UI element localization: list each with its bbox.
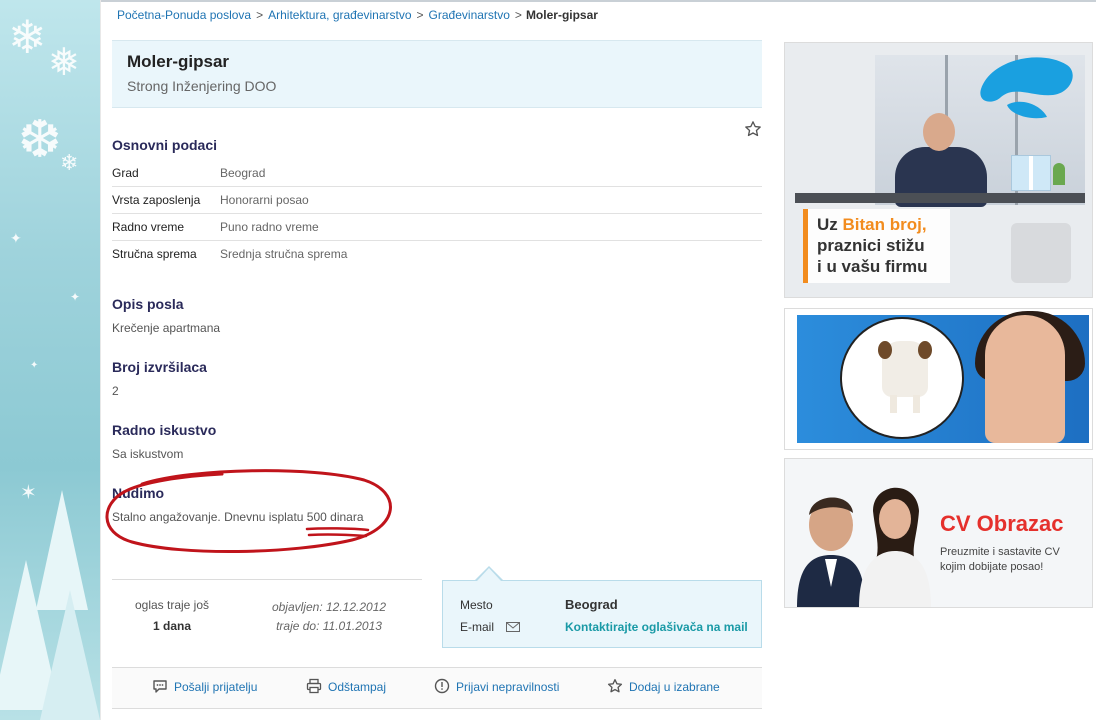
snowflake-icon: ❅: [48, 42, 80, 84]
place-label: Mesto: [460, 598, 493, 612]
ad-line-1-highlight: Bitan broj,: [842, 215, 927, 234]
snowflake-icon: ✦: [70, 290, 81, 304]
breadcrumb-separator: >: [514, 8, 522, 22]
email-label: E-mail: [460, 620, 495, 634]
contact-advertiser-link[interactable]: Kontaktirajte oglašivača na mail: [565, 620, 748, 634]
info-row: Grad Beograd: [112, 160, 762, 187]
info-label: Grad: [112, 166, 139, 180]
winter-background-strip: ❄ ❅ ❆ ❄ ✦ ✦ ✦ ✶: [0, 0, 100, 720]
print-button[interactable]: Odštampaj: [306, 678, 387, 694]
info-label: Radno vreme: [112, 220, 185, 234]
workers-count-title: Broj izvršilaca: [112, 359, 207, 375]
ad-line-1-pre: Uz: [817, 215, 843, 234]
favorite-star-icon[interactable]: [744, 120, 762, 138]
breadcrumb-separator: >: [416, 8, 424, 22]
snowflake-icon: ✦: [10, 230, 22, 246]
snowflake-icon: ❄: [8, 11, 47, 63]
company-name: Strong Inženjering DOO: [127, 78, 277, 94]
snowflake-icon: ❄: [60, 150, 79, 175]
ad-chair: [1011, 223, 1071, 283]
info-label: Stručna sprema: [112, 247, 197, 261]
cv-ad-title: CV Obrazac: [940, 511, 1064, 536]
send-to-friend-button[interactable]: Pošalji prijatelju: [153, 680, 258, 694]
ad-callout: Uz Bitan broj, praznici stižu i u vašu f…: [803, 209, 950, 283]
duration-label: oglas traje još: [134, 598, 210, 612]
dog-leg: [890, 395, 897, 413]
dog-ear: [918, 341, 932, 359]
gift-box-icon: [1011, 155, 1051, 191]
info-row: Stručna sprema Srednja stručna sprema: [112, 241, 762, 267]
printer-icon: [306, 678, 322, 694]
ad-person-head: [923, 113, 955, 151]
dog-leg: [913, 395, 920, 413]
dog-ear: [878, 341, 892, 359]
telenor-ad-banner[interactable]: Uz Bitan broj, praznici stižu i u vašu f…: [784, 42, 1093, 298]
info-row: Radno vreme Puno radno vreme: [112, 214, 762, 241]
published-date: objavljen: 12.12.2012: [271, 600, 387, 614]
red-annotation-circle: [105, 469, 392, 554]
tree-icon: [40, 590, 100, 720]
cv-ad-text: Preuzmite i sastavite CV kojim dobijate …: [940, 546, 1060, 573]
mail-icon: [506, 622, 520, 632]
telenor-logo-icon: [980, 57, 1073, 119]
ad-woman-image: [985, 315, 1065, 443]
breadcrumb-current: Moler-gipsar: [525, 8, 598, 22]
job-description-title: Opis posla: [112, 296, 184, 312]
column-divider: [100, 0, 101, 720]
add-to-favorites-button[interactable]: Dodaj u izabrane: [607, 679, 720, 694]
job-header: Moler-gipsar Strong Inženjering DOO: [112, 40, 762, 108]
listing-divider: [112, 579, 422, 580]
ad-line-1: Uz Bitan broj,: [808, 214, 950, 235]
info-value: Beograd: [220, 166, 266, 180]
snowflake-icon: ❆: [18, 111, 62, 169]
info-label: Vrsta zaposlenja: [112, 193, 201, 207]
breadcrumb-separator: >: [256, 8, 264, 22]
action-bar: Pošalji prijatelju Odštampaj Prijavi nep…: [112, 667, 762, 709]
info-value: Honorarni posao: [220, 193, 309, 207]
snowflake-icon: ✶: [20, 482, 37, 504]
listing-dates: objavljen: 12.12.2012 traje do: 11.01.20…: [264, 598, 394, 636]
report-label: Prijavi nepravilnosti: [456, 680, 560, 694]
dog-icon: [878, 341, 932, 413]
expiry-date: traje do: 11.01.2013: [276, 619, 382, 633]
info-value: Puno radno vreme: [220, 220, 319, 234]
listing-duration: oglas traje još 1 dana: [112, 598, 232, 633]
ad-desk: [795, 193, 1085, 203]
experience-text: Sa iskustvom: [112, 447, 184, 461]
breadcrumb-link-home[interactable]: Početna-Ponuda poslova: [117, 8, 251, 22]
workers-count-value: 2: [112, 384, 119, 398]
job-description-text: Krečenje apartmana: [112, 321, 221, 335]
speech-bubble-icon: [153, 680, 167, 693]
add-to-favorites-label: Dodaj u izabrane: [629, 680, 720, 694]
basic-info-table: Grad Beograd Vrsta zaposlenja Honorarni …: [112, 160, 762, 267]
report-irregularities-button[interactable]: Prijavi nepravilnosti: [434, 678, 560, 694]
print-label: Odštampaj: [328, 680, 387, 694]
thought-bubble: [840, 317, 964, 439]
contact-box: Mesto Beograd E-mail Kontaktirajte oglaš…: [442, 580, 762, 648]
ad-people-image: [797, 487, 931, 607]
top-frame-line: [0, 0, 1096, 2]
cv-template-ad-banner[interactable]: CV Obrazac Preuzmite i sastavite CV koji…: [784, 458, 1093, 608]
breadcrumb: Početna-Ponuda poslova > Arhitektura, građ…: [117, 8, 598, 22]
job-title: Moler-gipsar: [127, 52, 230, 71]
contact-box-notch-inner: [477, 568, 501, 581]
warning-icon: [434, 678, 450, 694]
basic-info-title: Osnovni podaci: [112, 137, 218, 153]
experience-title: Radno iskustvo: [112, 422, 217, 438]
breadcrumb-link-construction[interactable]: Građevinarstvo: [429, 8, 510, 22]
ad-line-3: i u vašu firmu: [817, 257, 928, 276]
gift-ribbon: [1029, 156, 1033, 190]
ad-line-2: praznici stižu: [817, 236, 925, 255]
info-value: Srednja stručna sprema: [220, 247, 348, 261]
snowflake-icon: ✦: [30, 360, 39, 371]
duration-value: 1 dana: [152, 619, 191, 633]
plant-icon: [1053, 163, 1065, 185]
star-icon: [607, 679, 623, 693]
puppy-ad-banner[interactable]: [784, 308, 1093, 450]
breadcrumb-link-architecture[interactable]: Arhitektura, građevinarstvo: [268, 8, 411, 22]
place-value: Beograd: [565, 597, 618, 612]
info-row: Vrsta zaposlenja Honorarni posao: [112, 187, 762, 214]
send-to-friend-label: Pošalji prijatelju: [174, 680, 258, 694]
